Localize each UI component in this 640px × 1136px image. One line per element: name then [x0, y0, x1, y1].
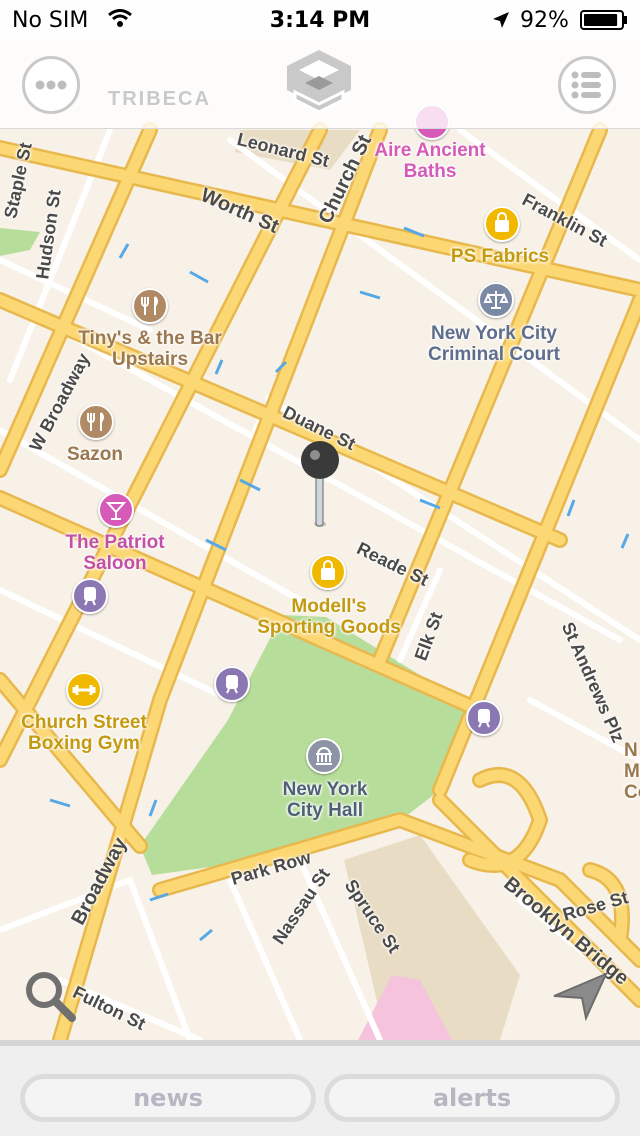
ellipsis-icon — [35, 80, 67, 90]
location-arrow-icon[interactable] — [548, 966, 612, 1022]
poi-label-ps-fabrics[interactable]: PS Fabrics — [440, 246, 560, 267]
poi-label-patriot[interactable]: The Patriot Saloon — [50, 532, 180, 574]
poi-label-aire[interactable]: Aire Ancient Baths — [360, 140, 500, 182]
capitol-icon[interactable] — [306, 738, 342, 774]
fork-knife-icon[interactable] — [132, 288, 168, 324]
list-icon — [571, 71, 601, 99]
top-toolbar — [0, 40, 640, 129]
scales-icon[interactable] — [478, 282, 514, 318]
bottom-bar: news alerts — [0, 1040, 640, 1136]
dropped-pin-icon[interactable] — [296, 438, 346, 534]
battery-percent: 92% — [520, 8, 569, 33]
location-services-icon — [493, 12, 509, 28]
dumbbell-icon[interactable] — [66, 672, 102, 708]
poi-label-modells[interactable]: Modell's Sporting Goods — [234, 596, 424, 638]
poi-label-tinys[interactable]: Tiny's & the Bar Upstairs — [60, 328, 240, 370]
cocktail-icon[interactable] — [98, 492, 134, 528]
more-menu-button[interactable] — [22, 56, 80, 114]
status-bar: No SIM 3:14 PM 92% — [0, 0, 640, 40]
battery-icon — [580, 10, 627, 30]
app-logo — [287, 50, 351, 114]
news-button[interactable]: news — [20, 1074, 316, 1122]
poi-label-sazon[interactable]: Sazon — [50, 444, 140, 465]
search-icon[interactable] — [20, 966, 80, 1026]
fork-knife-icon[interactable] — [78, 404, 114, 440]
train-icon[interactable] — [214, 666, 250, 702]
alerts-button[interactable]: alerts — [324, 1074, 620, 1122]
train-icon[interactable] — [72, 578, 108, 614]
poi-label-boxing[interactable]: Church Street Boxing Gym — [4, 712, 164, 754]
shopping-bag-icon[interactable] — [310, 554, 346, 590]
poi-label-court[interactable]: New York City Criminal Court — [414, 323, 574, 365]
shopping-bag-icon[interactable] — [484, 206, 520, 242]
list-button[interactable] — [558, 56, 616, 114]
poi-label-edge: NMeCo — [624, 740, 640, 803]
train-icon[interactable] — [466, 700, 502, 736]
poi-label-city-hall[interactable]: New York City Hall — [260, 779, 390, 821]
neighborhood-label: TRIBECA — [108, 88, 211, 110]
